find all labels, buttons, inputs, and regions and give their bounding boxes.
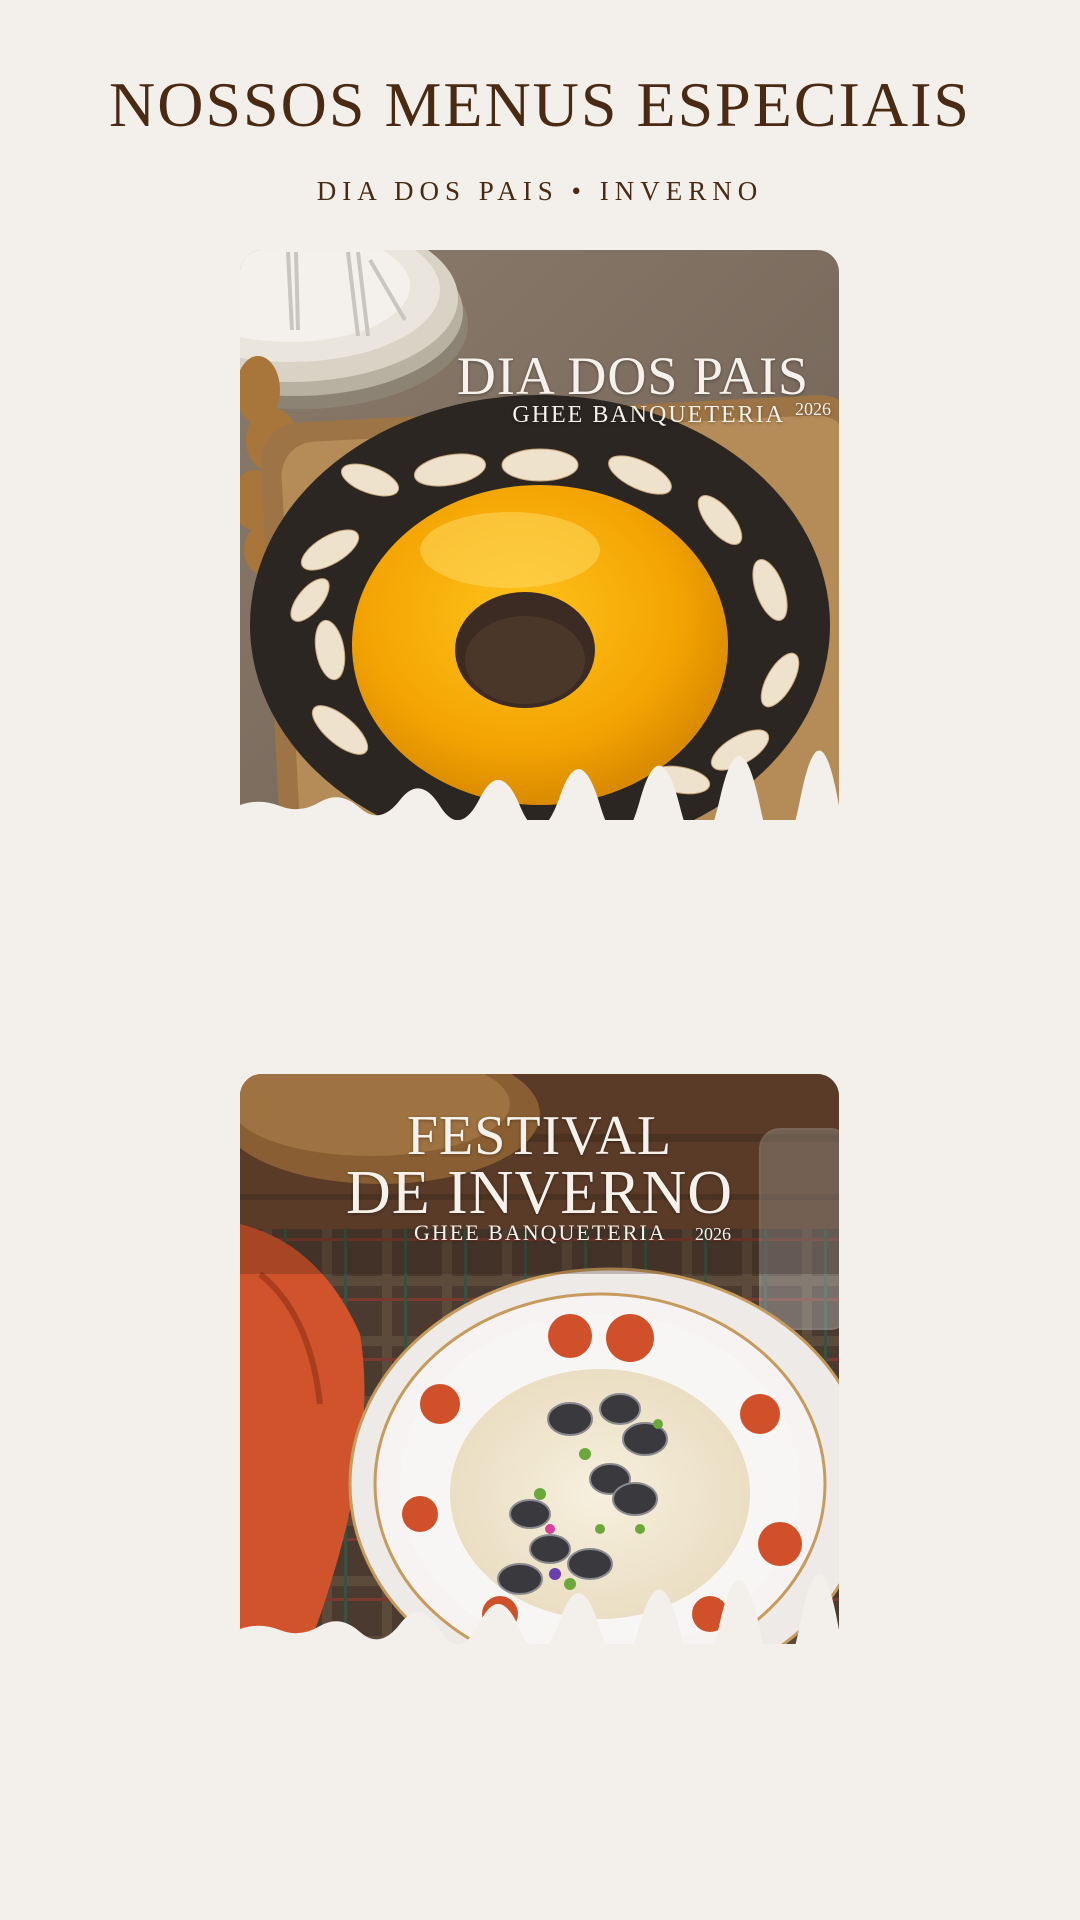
menu-card-brand: GHEE BANQUETERIA [512, 402, 785, 428]
menu-card-festival-de-inverno[interactable]: FESTIVAL DE INVERNO GHEE BANQUETERIA 202… [240, 1074, 839, 1644]
menu-card-title-line2: DE INVERNO [345, 1159, 734, 1227]
page-title: NOSSOS MENUS ESPECIAIS [109, 69, 971, 140]
menu-card-dia-dos-pais[interactable]: DIA DOS PAIS GHEE BANQUETERIA 2026 [240, 250, 839, 820]
menu-card-year: 2026 [695, 1224, 731, 1244]
menu-card-year: 2026 [795, 399, 831, 419]
page-subtitle: DIA DOS PAIS • INVERNO [316, 176, 764, 206]
menu-card-title: DIA DOS PAIS [456, 346, 809, 406]
quindim-dessert-photo [240, 250, 839, 820]
menu-card-brand: GHEE BANQUETERIA [414, 1220, 667, 1245]
